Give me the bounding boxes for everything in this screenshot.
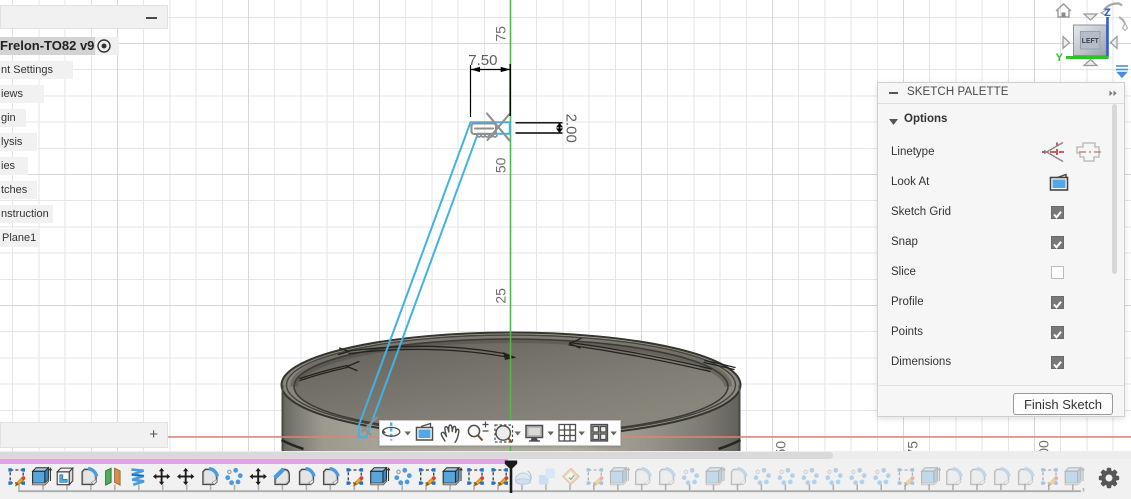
- svg-text:25: 25: [492, 288, 508, 304]
- svg-text:2.00: 2.00: [563, 114, 580, 143]
- svg-text:Z: Z: [1104, 7, 1111, 19]
- svg-text:Y: Y: [1056, 52, 1064, 64]
- svg-text:50: 50: [492, 157, 508, 173]
- svg-text:7.50: 7.50: [468, 52, 497, 69]
- svg-text:75: 75: [492, 26, 508, 42]
- svg-text:LEFT: LEFT: [1082, 36, 1099, 45]
- svg-text:75: 75: [905, 441, 921, 451]
- svg-text:50: 50: [773, 441, 789, 451]
- svg-text:100: 100: [1036, 440, 1052, 451]
